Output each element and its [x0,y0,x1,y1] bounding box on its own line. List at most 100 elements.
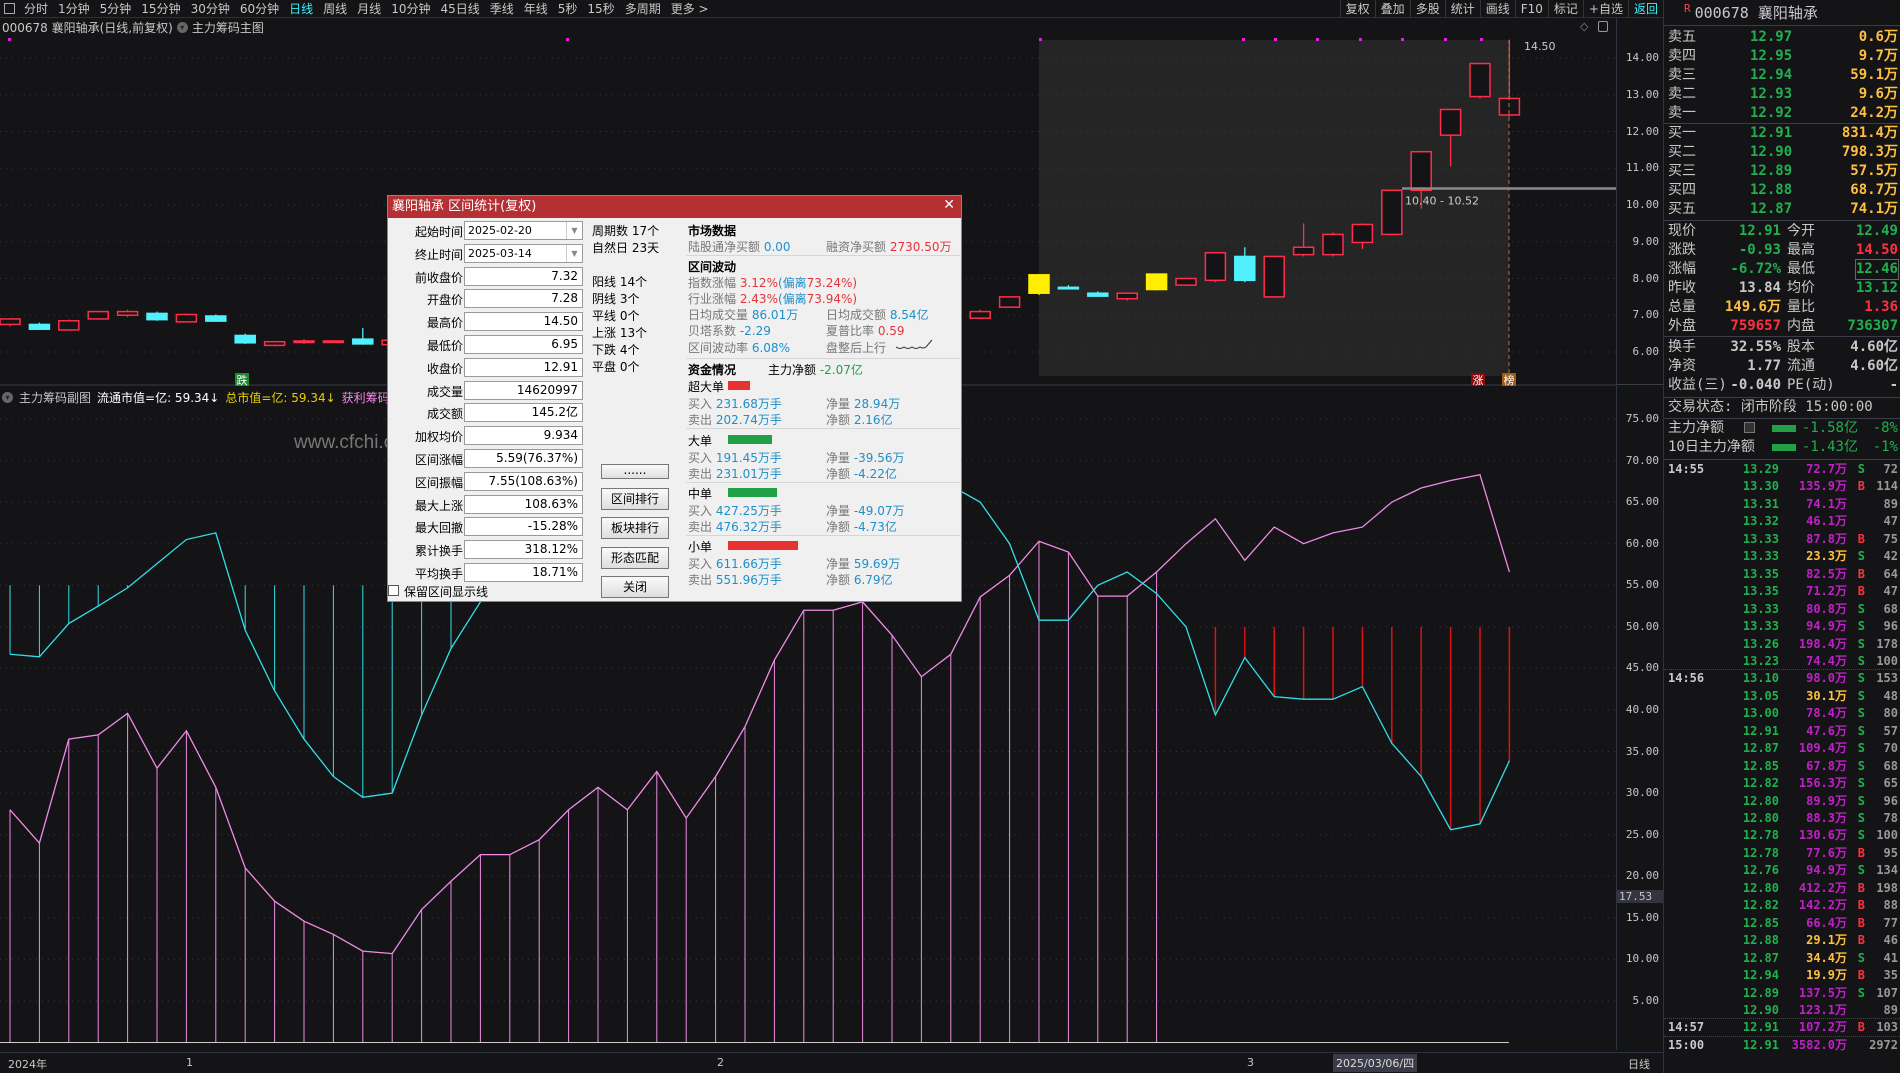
candle-body[interactable] [1469,62,1491,98]
tool-button[interactable]: 画线 [1479,0,1515,18]
candle-body[interactable] [998,296,1021,308]
ask-row[interactable]: 卖三 12.94 59.1万 [1668,66,1898,85]
candle-body[interactable] [1381,189,1403,236]
candle-body[interactable] [1087,292,1109,297]
candle-body[interactable] [1439,108,1462,136]
tool-button[interactable]: F10 [1514,0,1548,18]
close-icon[interactable]: ✕ [943,197,955,213]
chevron-down-icon[interactable]: ▼ [566,222,582,239]
candle-body[interactable] [1175,277,1197,286]
date-picker[interactable]: 2025-02-20 ▼ [464,221,583,240]
period-tab[interactable]: 45日线 [435,0,484,17]
candle-body[interactable] [0,318,21,326]
tool-button[interactable]: 复权 [1339,0,1375,18]
bid-row[interactable]: 买三 12.89 57.5万 [1668,162,1898,181]
period-tab[interactable]: 日线 [284,0,318,17]
list-icon[interactable] [1744,422,1755,433]
level-price: 12.95 [1750,48,1793,64]
period-tab[interactable]: 多周期 [620,0,666,17]
candle-body[interactable] [969,310,991,319]
candle-body[interactable] [1351,223,1374,244]
dialog-button[interactable]: 关闭 [601,576,669,598]
tool-button[interactable]: 叠加 [1374,0,1410,18]
period-tab[interactable]: 15秒 [582,0,619,17]
period-tab[interactable]: 周线 [318,0,352,17]
period-tab[interactable]: 10分钟 [386,0,435,17]
main-flow-row[interactable]: 主力净额 -1.58亿 -8% [1668,419,1898,438]
candle-body[interactable] [1204,252,1227,282]
sharpe: 夏普比率 0.59 [826,322,905,339]
candle-body[interactable] [263,340,286,347]
candle-body[interactable] [352,338,374,345]
candle-body[interactable] [234,334,256,344]
candle-body[interactable] [293,340,315,344]
period-tab[interactable]: 15分钟 [136,0,185,17]
indicator-name[interactable]: 主力筹码副图 [19,389,91,406]
period-tab[interactable]: 分时 [19,0,53,17]
candle-body[interactable] [146,312,168,321]
period-tab[interactable]: 更多 > [666,0,714,17]
dialog-button[interactable]: ...... [601,464,669,479]
diamond-icon[interactable]: ◇ [1580,20,1588,33]
hk-net-buy-value: 0.00 [763,240,791,254]
price-tick: 10.00 [1625,198,1659,211]
dialog-button[interactable]: 形态匹配 [601,547,669,569]
main-flow-row[interactable]: 10日主力净额 -1.43亿 -1% [1668,438,1898,457]
bid-row[interactable]: 买五 12.87 74.1万 [1668,200,1898,219]
period-tab[interactable]: 5秒 [553,0,583,17]
tool-button[interactable]: 返回 [1627,0,1663,18]
period-tab[interactable]: 5分钟 [95,0,137,17]
ask-row[interactable]: 卖四 12.95 9.7万 [1668,47,1898,66]
candle-body[interactable] [1116,292,1138,300]
candle-body[interactable] [1263,255,1285,298]
candle-body[interactable] [87,310,109,320]
bid-row[interactable]: 买四 12.88 68.7万 [1668,181,1898,200]
period-tab[interactable]: 60分钟 [235,0,284,17]
candle-body[interactable] [1234,255,1256,282]
candle-body[interactable] [1410,150,1432,192]
candle-body[interactable] [1028,274,1050,294]
tool-button[interactable]: 统计 [1444,0,1480,18]
keep-line-checkbox[interactable] [388,585,399,596]
value-text[interactable]: 2025-03-14 [468,247,532,260]
bid-row[interactable]: 买一 12.91 831.4万 [1668,124,1898,143]
dialog-button[interactable]: 区间排行 [601,488,669,510]
candle-body[interactable] [58,320,80,331]
panel-icon[interactable] [4,3,15,14]
ask-row[interactable]: 卖五 12.97 0.6万 [1668,28,1898,47]
candle-body[interactable] [1292,246,1315,256]
value-text[interactable]: 2025-02-20 [468,224,532,237]
candle-body[interactable] [205,315,227,322]
period-tab[interactable]: 季线 [485,0,519,17]
date-picker[interactable]: 2025-03-14 ▼ [464,243,583,263]
candle-body[interactable] [1322,233,1344,256]
period-tab[interactable]: 1分钟 [53,0,95,17]
bid-row[interactable]: 买二 12.90 798.3万 [1668,143,1898,162]
period-tab[interactable]: 月线 [352,0,386,17]
main-indicator-name[interactable]: 主力筹码主图 [192,19,264,36]
candle-body[interactable] [1145,273,1168,291]
dropdown-circle-icon[interactable]: ▾ [176,21,188,33]
candle-body[interactable] [175,313,198,323]
period-label[interactable]: 日线 [1628,1056,1650,1072]
panel-toggle-icon[interactable] [1598,21,1608,32]
index-change: 指数涨幅 3.12%(偏离73.24%) [688,274,857,291]
dialog-title[interactable]: 襄阳轴承 区间统计(复权) [388,196,961,218]
period-tab[interactable]: 年线 [519,0,553,17]
dialog-button[interactable]: 板块排行 [601,517,669,539]
keep-line-label[interactable]: 保留区间显示线 [404,583,488,600]
dropdown-circle-icon[interactable]: ▾ [2,391,13,403]
ask-row[interactable]: 卖二 12.93 9.6万 [1668,85,1898,104]
tick-count: 35 [1883,968,1898,983]
period-tab[interactable]: 30分钟 [186,0,235,17]
candle-body[interactable] [1057,286,1080,290]
tool-button[interactable]: +自选 [1582,0,1628,18]
candle-body[interactable] [116,310,139,317]
quote-stat-row: 涨跌 -0.93 最高 14.50 [1668,241,1898,260]
tool-button[interactable]: 标记 [1547,0,1583,18]
candle-body[interactable] [28,323,51,330]
tool-button[interactable]: 多股 [1409,0,1445,18]
chevron-down-icon[interactable]: ▼ [566,244,582,262]
ask-row[interactable]: 卖一 12.92 24.2万 [1668,104,1898,123]
candle-body[interactable] [322,340,345,344]
